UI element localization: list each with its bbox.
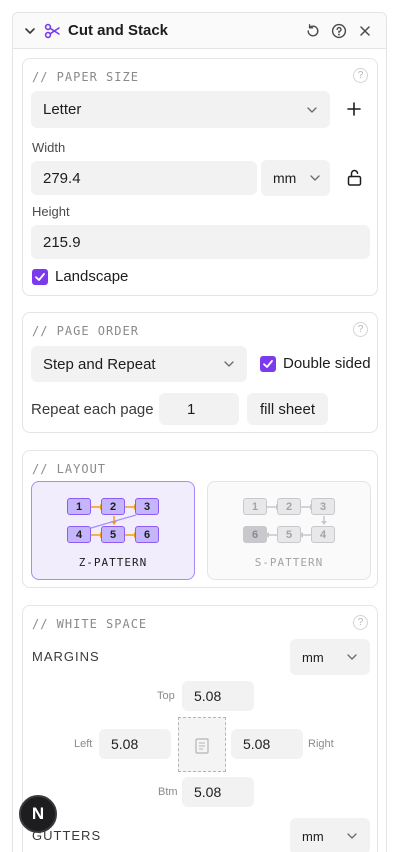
repeat-label: Repeat each page <box>31 401 154 418</box>
pattern-cell: 6 <box>135 526 159 543</box>
width-input[interactable]: 279.4 <box>31 161 257 195</box>
chevron-down-icon <box>307 106 317 113</box>
floating-app-button[interactable]: N <box>19 795 57 833</box>
page-order-section: // PAGE ORDER ? Step and Repeat Double s… <box>22 312 378 433</box>
landscape-checkbox[interactable] <box>32 269 48 285</box>
panel-title: Cut and Stack <box>68 22 169 39</box>
double-sided-label: Double sided <box>283 355 371 372</box>
right-margin-input[interactable]: 5.08 <box>231 729 303 759</box>
left-margin-input[interactable]: 5.08 <box>99 729 171 759</box>
pattern-cell: 6 <box>243 526 267 543</box>
chevron-down-icon[interactable] <box>23 24 37 38</box>
help-icon[interactable]: ? <box>353 615 368 630</box>
right-margin-label: Right <box>308 738 334 750</box>
fill-sheet-button[interactable]: fill sheet <box>247 393 328 425</box>
height-input[interactable]: 215.9 <box>31 225 370 259</box>
check-icon <box>263 360 273 368</box>
section-title: // WHITE SPACE <box>32 617 148 631</box>
check-icon <box>35 273 45 281</box>
pattern-cell: 4 <box>311 526 335 543</box>
reset-icon[interactable] <box>305 23 321 39</box>
s-pattern-label: S-PATTERN <box>254 556 324 569</box>
left-margin-label: Left <box>74 738 93 750</box>
page-order-select[interactable]: Step and Repeat <box>31 346 247 382</box>
pattern-cell: 4 <box>67 526 91 543</box>
help-icon[interactable]: ? <box>353 322 368 337</box>
chevron-down-icon <box>347 833 357 839</box>
z-pattern-option[interactable]: 1 2 3 4 5 6 Z-PATTERN <box>31 481 195 580</box>
close-icon[interactable] <box>357 23 373 39</box>
page-icon <box>195 738 209 754</box>
page-order-value: Step and Repeat <box>43 355 156 373</box>
height-label: Height <box>32 204 70 219</box>
help-circle-icon[interactable] <box>331 23 347 39</box>
s-pattern-option[interactable]: 1 2 3 6 5 4 S-PATTERN <box>207 481 371 580</box>
pattern-cell: 2 <box>277 498 301 515</box>
pattern-cell: 1 <box>67 498 91 515</box>
section-title: // PAPER SIZE <box>32 70 139 84</box>
paper-size-section: // PAPER SIZE ? Letter Width 279.4 mm He… <box>22 58 378 296</box>
unit-value: mm <box>273 170 297 186</box>
chevron-down-icon <box>310 175 320 181</box>
scissors-icon <box>44 23 60 39</box>
top-margin-input[interactable]: 5.08 <box>182 681 254 711</box>
paper-size-value: Letter <box>43 101 82 118</box>
layout-section: // LAYOUT 1 2 3 4 5 6 Z-PATTERN 1 2 3 6 … <box>22 450 378 588</box>
paper-size-select[interactable]: Letter <box>31 91 330 128</box>
repeat-input[interactable]: 1 <box>159 393 239 425</box>
width-label: Width <box>32 140 66 155</box>
chevron-down-icon <box>224 361 234 367</box>
margins-unit-value: mm <box>302 649 324 665</box>
pattern-cell: 3 <box>135 498 159 515</box>
double-sided-checkbox[interactable] <box>260 356 276 372</box>
gutters-unit-select[interactable]: mm <box>290 818 370 852</box>
pattern-cell: 5 <box>101 526 125 543</box>
plus-icon[interactable] <box>347 102 361 116</box>
white-space-section: // WHITE SPACE ? MARGINS mm Top 5.08 Lef… <box>22 605 378 852</box>
panel-header: Cut and Stack <box>13 13 386 49</box>
pattern-cell: 1 <box>243 498 267 515</box>
landscape-label: Landscape <box>55 268 129 285</box>
bottom-margin-label: Btm <box>158 786 178 798</box>
margins-label: MARGINS <box>32 649 100 664</box>
top-margin-label: Top <box>157 690 175 702</box>
gutters-unit-value: mm <box>302 828 324 844</box>
z-pattern-label: Z-PATTERN <box>78 556 148 569</box>
bottom-margin-input[interactable]: 5.08 <box>182 777 254 807</box>
section-title: // LAYOUT <box>32 462 107 476</box>
margins-unit-select[interactable]: mm <box>290 639 370 675</box>
cut-and-stack-panel: Cut and Stack // PAPER SIZE ? Letter Wid… <box>12 12 387 852</box>
help-icon[interactable]: ? <box>353 68 368 83</box>
section-title: // PAGE ORDER <box>32 324 139 338</box>
chevron-down-icon <box>347 654 357 660</box>
pattern-cell: 2 <box>101 498 125 515</box>
pattern-cell: 3 <box>311 498 335 515</box>
pattern-cell: 5 <box>277 526 301 543</box>
page-preview <box>178 717 226 772</box>
unit-select[interactable]: mm <box>261 160 330 196</box>
unlock-icon[interactable] <box>347 169 362 186</box>
